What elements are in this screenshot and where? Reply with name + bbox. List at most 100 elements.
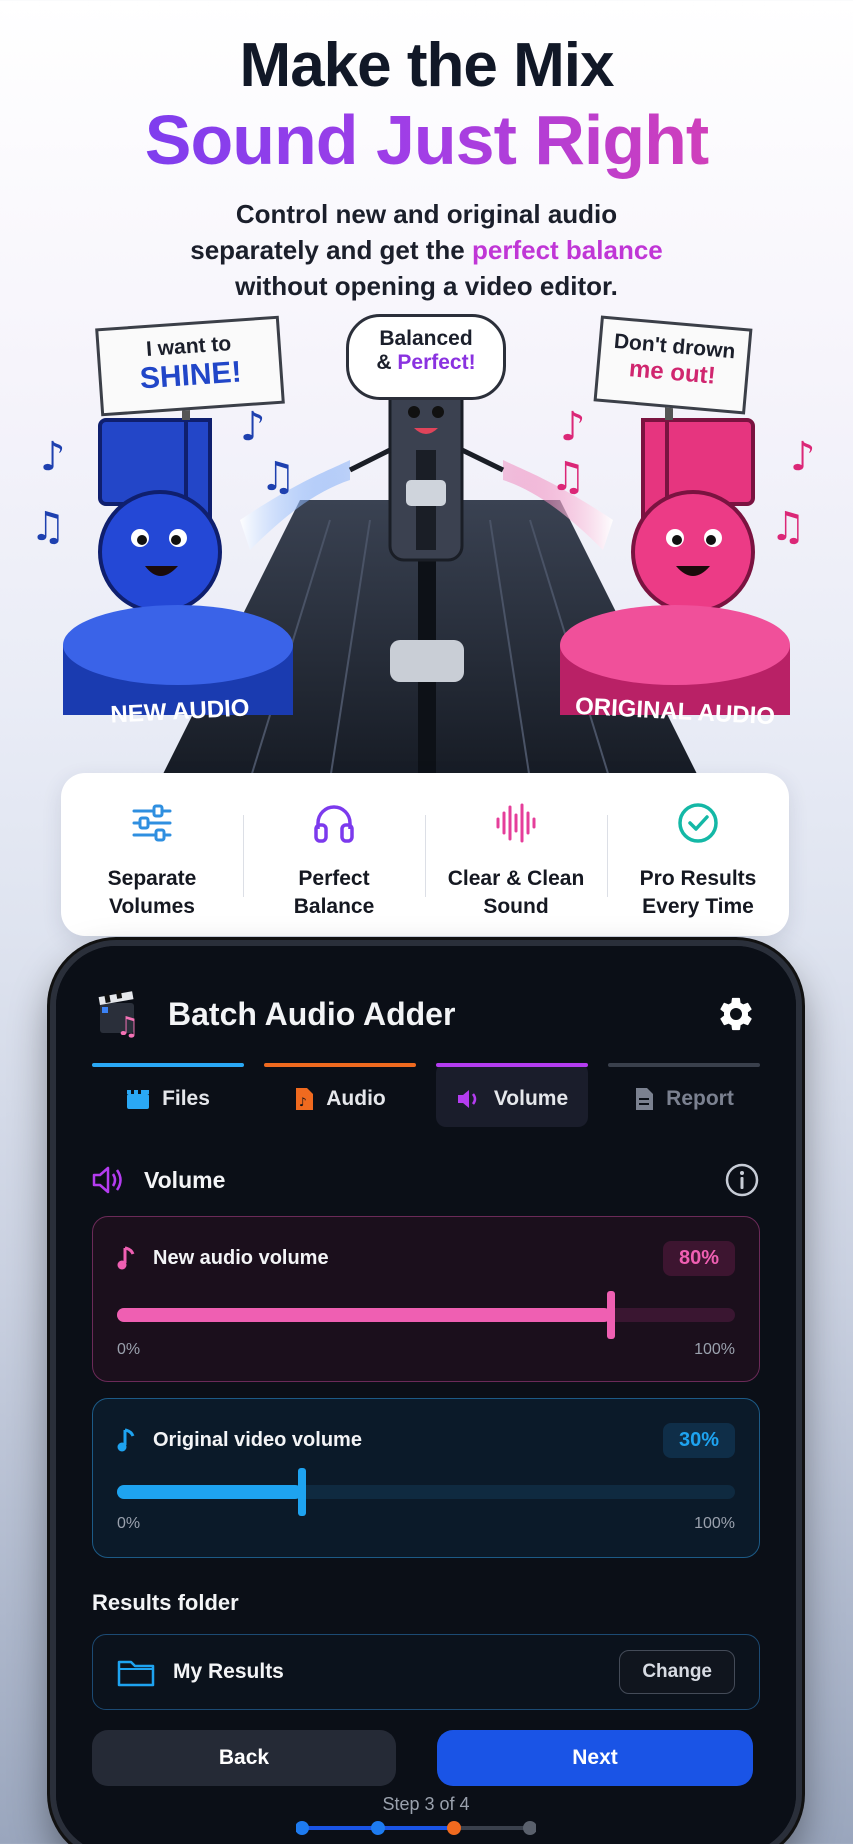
scale-min: 0%	[117, 1341, 141, 1358]
headline-line-1: Make the Mix	[239, 31, 615, 100]
subtitle-line-2-text: separately and get the	[190, 235, 472, 265]
back-button[interactable]: Back	[92, 1730, 396, 1786]
tab-volume[interactable]: Volume	[436, 1063, 588, 1127]
app-logo-icon: ♫	[98, 990, 139, 1039]
sliders-icon	[132, 804, 172, 842]
right-sign: Don't drown me out!	[593, 315, 753, 415]
svg-text:♪: ♪	[40, 434, 66, 480]
feature-clear-sound: Clear & Clean Sound	[425, 773, 607, 936]
svg-text:♪: ♪	[560, 404, 586, 450]
tab-indicator	[264, 1063, 416, 1067]
speaker-icon	[457, 1090, 477, 1108]
volume-section-header: Volume	[92, 1160, 760, 1200]
settings-gear-icon[interactable]	[716, 994, 756, 1034]
slider-fill	[117, 1485, 303, 1499]
bubble-accent: Perfect!	[397, 351, 476, 374]
new-audio-volume-card: New audio volume 80% 0% 100%	[92, 1216, 760, 1382]
tab-indicator	[436, 1063, 588, 1067]
tab-label: Volume	[493, 1087, 569, 1110]
features-card: Separate Volumes Perfect Balance Clear &…	[61, 773, 789, 936]
step-dot	[371, 1821, 385, 1835]
new-audio-volume-header: New audio volume 80%	[117, 1239, 735, 1277]
subtitle-accent: perfect balance	[472, 235, 663, 265]
feature-label: Perfect Balance	[293, 867, 375, 918]
feature-label: Pro Results Every Time	[639, 867, 757, 918]
step-dot	[447, 1821, 461, 1835]
slider-thumb[interactable]	[607, 1291, 616, 1339]
tab-label: Files	[162, 1087, 210, 1110]
svg-text:♫: ♫	[116, 1012, 139, 1039]
left-sign: I want to SHINE!	[95, 315, 285, 417]
original-audio-volume-header: Original video volume 30%	[117, 1421, 735, 1459]
svg-text:♪: ♪	[240, 404, 266, 450]
bubble-line-1: Balanced	[379, 327, 473, 350]
bubble-line-2: & Perfect!	[349, 351, 503, 375]
folder-icon	[117, 1660, 155, 1687]
results-folder-row: My Results Change	[92, 1634, 760, 1710]
speaker-icon	[92, 1166, 122, 1194]
folder-name: My Results	[173, 1660, 284, 1683]
svg-text:♪: ♪	[790, 434, 816, 480]
change-folder-button[interactable]: Change	[619, 1650, 735, 1694]
mixer-illustration: ♪ ♫ ♪ ♫ ♪ ♫ ♪ ♫ I want to SHINE! Balanced & Pe…	[0, 314, 853, 780]
new-audio-volume-slider[interactable]	[117, 1291, 735, 1339]
music-file-icon: ♪	[296, 1088, 314, 1110]
scale-max: 100%	[694, 1515, 735, 1532]
tab-label: Report	[666, 1087, 734, 1110]
step-dot	[296, 1821, 309, 1835]
svg-text:♪: ♪	[299, 1095, 307, 1109]
tab-bar: Files ♪ Audio Volume Report	[92, 1063, 760, 1127]
next-button[interactable]: Next	[437, 1730, 753, 1786]
phone-frame: ♫ Batch Audio Adder Files ♪ Audio Volume…	[50, 940, 802, 1844]
tab-report[interactable]: Report	[608, 1063, 760, 1127]
check-circle-icon	[678, 803, 718, 843]
original-audio-scale: 0% 100%	[117, 1515, 735, 1533]
app-screen: ♫ Batch Audio Adder Files ♪ Audio Volume…	[56, 946, 796, 1844]
subtitle-line-1: Control new and original audio	[235, 199, 618, 229]
slider-fill	[117, 1308, 612, 1322]
clapper-icon	[127, 1090, 150, 1109]
svg-text:♫: ♫	[770, 504, 806, 550]
info-icon[interactable]	[724, 1162, 760, 1198]
feature-pro-results: Pro Results Every Time	[607, 773, 789, 936]
step-indicator-text: Step 3 of 4	[382, 1794, 470, 1814]
feature-label: Separate Volumes	[107, 867, 197, 918]
svg-text:♫: ♫	[260, 454, 296, 500]
tab-indicator	[608, 1063, 760, 1067]
results-folder-title: Results folder	[92, 1590, 239, 1615]
app-title: Batch Audio Adder	[168, 995, 456, 1032]
original-audio-volume-label: Original video volume	[153, 1428, 362, 1451]
section-title: Volume	[144, 1166, 226, 1193]
svg-text:♫: ♫	[550, 454, 586, 500]
app-header: ♫ Batch Audio Adder	[96, 984, 756, 1044]
subtitle-line-3: without opening a video editor.	[235, 271, 618, 301]
new-audio-scale: 0% 100%	[117, 1341, 735, 1359]
music-note-icon	[117, 1428, 135, 1452]
hero-subtitle: Control new and original audio separatel…	[0, 196, 853, 304]
scale-min: 0%	[117, 1515, 141, 1532]
subtitle-line-2: separately and get the perfect balance	[0, 232, 853, 268]
step-dot	[523, 1821, 536, 1835]
new-audio-volume-value: 80%	[662, 1240, 735, 1276]
scale-max: 100%	[694, 1341, 735, 1358]
feature-separate-volumes: Separate Volumes	[61, 773, 243, 936]
new-audio-volume-label: New audio volume	[153, 1246, 329, 1269]
music-note-icon	[117, 1246, 135, 1270]
bubble-line-2-text: &	[376, 351, 398, 374]
tab-label: Audio	[326, 1087, 386, 1110]
svg-text:♫: ♫	[30, 504, 66, 550]
tab-indicator	[92, 1063, 244, 1067]
original-audio-volume-card: Original video volume 30% 0% 100%	[92, 1398, 760, 1558]
tab-files[interactable]: Files	[92, 1063, 244, 1127]
original-audio-volume-value: 30%	[662, 1422, 735, 1458]
step-progress	[296, 1821, 536, 1835]
slider-thumb[interactable]	[298, 1468, 307, 1516]
tab-audio[interactable]: ♪ Audio	[264, 1063, 416, 1127]
waveform-icon	[496, 803, 536, 843]
original-audio-volume-slider[interactable]	[117, 1468, 735, 1516]
hero-section: Make the Mix Sound Just Right Control ne…	[0, 0, 853, 780]
headline-line-2: Sound Just Right	[0, 100, 853, 180]
headphones-icon	[314, 805, 354, 843]
feature-perfect-balance: Perfect Balance	[243, 773, 425, 936]
report-icon	[636, 1088, 654, 1110]
